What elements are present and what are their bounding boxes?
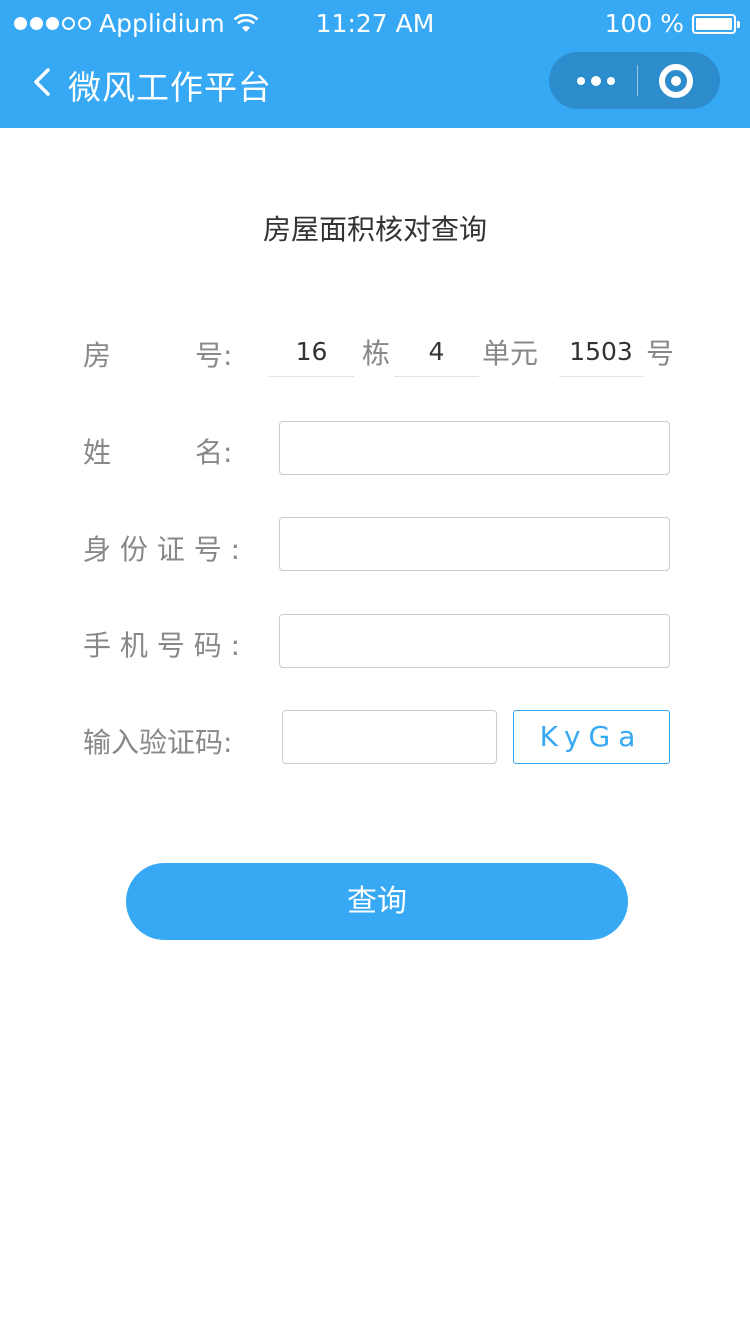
id-number-label: 身 份 证 号 :	[83, 533, 241, 566]
mini-program-capsule	[549, 52, 720, 109]
name-label-first: 姓	[83, 436, 112, 469]
room-label-second: 号:	[195, 339, 233, 372]
app-header: Applidium 11:27 AM 100 % 微风工作平台	[0, 0, 750, 128]
captcha-label: 输入验证码:	[83, 726, 233, 759]
name-label-second: 名:	[195, 436, 233, 469]
id-number-input[interactable]	[279, 517, 670, 571]
status-bar: Applidium 11:27 AM 100 %	[0, 0, 750, 52]
back-arrow-icon[interactable]	[26, 62, 66, 102]
building-field[interactable]: 16	[269, 330, 354, 377]
page-title: 房屋面积核对查询	[262, 213, 487, 246]
room-number-field[interactable]: 1503	[559, 330, 643, 377]
unit-unit-label: 单元	[482, 337, 539, 370]
room-label-first: 房	[83, 339, 112, 372]
room-unit-label: 号	[646, 337, 675, 370]
nav-bar: 微风工作平台	[0, 52, 750, 128]
capsule-divider	[637, 65, 638, 96]
more-icon[interactable]	[561, 52, 631, 109]
battery-info: 100 %	[604, 9, 740, 38]
close-target-icon[interactable]	[659, 64, 693, 98]
battery-percent: 100 %	[604, 9, 684, 38]
name-input[interactable]	[279, 421, 670, 475]
building-unit-label: 栋	[362, 337, 391, 370]
captcha-image[interactable]: KyGa	[513, 710, 670, 764]
nav-title: 微风工作平台	[68, 68, 272, 107]
captcha-input[interactable]	[282, 710, 497, 764]
battery-icon	[692, 13, 740, 34]
query-button[interactable]: 查询	[126, 863, 628, 940]
phone-input[interactable]	[279, 614, 670, 668]
phone-label: 手 机 号 码 :	[83, 629, 241, 662]
unit-field[interactable]: 4	[394, 330, 479, 377]
